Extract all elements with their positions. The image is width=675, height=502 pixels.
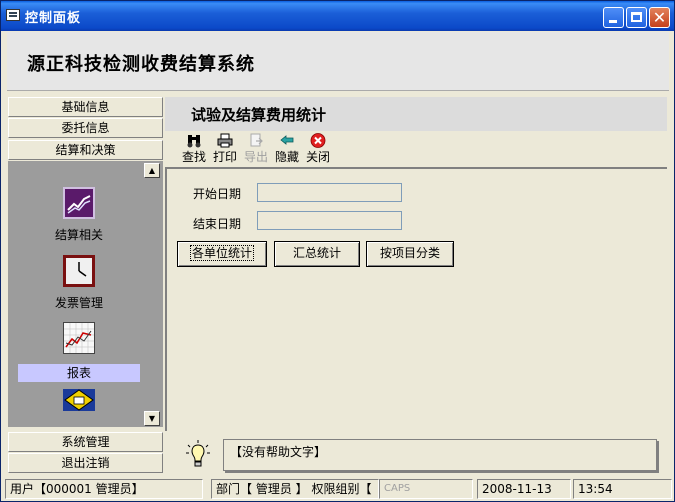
by-project-category-button[interactable]: 按项目分类 [366, 241, 454, 267]
form-area: 开始日期 结束日期 各单位统计 汇总统计 按项目分类 [165, 169, 667, 431]
panel-item-label: 发票管理 [54, 296, 103, 310]
status-caps: CAPS [379, 479, 473, 499]
hide-label: 隐藏 [274, 150, 299, 164]
lightbulb-icon [186, 440, 210, 467]
export-label: 导出 [243, 150, 268, 164]
back-arrow-icon [280, 135, 294, 145]
printer-icon [217, 133, 233, 148]
window-title: 控制面板 [25, 11, 82, 26]
help-box: 【没有帮助文字】 [223, 439, 657, 471]
action-buttons: 各单位统计 汇总统计 按项目分类 [177, 241, 477, 267]
stats-by-unit-button[interactable]: 各单位统计 [177, 241, 267, 267]
close-window-button[interactable]: ✕ [649, 7, 670, 28]
help-area: 【没有帮助文字】 [165, 431, 667, 473]
panel-item-label: 报表 [18, 364, 140, 382]
binoculars-icon [187, 135, 201, 148]
nav-basic-info[interactable]: 基础信息 [8, 97, 163, 117]
app-icon[interactable] [6, 9, 20, 21]
close-red-icon [310, 133, 326, 148]
toolbar: 查找 打印 导出 隐藏 关闭 [165, 133, 667, 169]
line-graph-icon [63, 322, 95, 354]
print-button[interactable]: 打印 [212, 133, 238, 165]
close-button[interactable]: 关闭 [305, 133, 331, 165]
nav-settlement-decision[interactable]: 结算和决策 [8, 140, 163, 160]
scroll-up-button[interactable]: ▲ [144, 163, 160, 178]
status-bar: 用户【000001 管理员】 部门【 管理员 】 权限组别【 CAPS 2008… [5, 479, 672, 499]
help-text: 【没有帮助文字】 [230, 445, 327, 459]
stats-by-unit-label: 各单位统计 [189, 245, 254, 261]
close-label: 关闭 [305, 150, 330, 164]
page-title: 试验及结算费用统计 [191, 106, 327, 124]
panel-item-label: 结算相关 [54, 228, 103, 242]
nav-commission-info[interactable]: 委托信息 [8, 118, 163, 138]
clock-icon [63, 255, 95, 287]
sidebar: 基础信息 委托信息 结算和决策 ▲ ▼ 结算相关 发票管理 报表 系统管理 退出… [8, 97, 163, 473]
title-bar[interactable]: 控制面板 ✕ [1, 1, 674, 31]
find-button[interactable]: 查找 [181, 133, 207, 165]
print-label: 打印 [212, 150, 237, 164]
export-icon [250, 133, 263, 147]
scroll-down-button[interactable]: ▼ [144, 411, 160, 426]
hide-button[interactable]: 隐藏 [274, 133, 300, 165]
close-icon: ✕ [652, 8, 667, 27]
system-header: 源正科技检测收费结算系统 [7, 32, 669, 91]
minimize-button[interactable] [603, 7, 624, 28]
find-label: 查找 [181, 150, 206, 164]
content-area: 试验及结算费用统计 查找 打印 导出 隐藏 关闭 开始日期 结束日期 各单位统计… [165, 97, 667, 431]
end-date-label: 结束日期 [193, 217, 242, 231]
summary-stats-label: 汇总统计 [292, 246, 341, 260]
nav-logout[interactable]: 退出注销 [8, 453, 163, 473]
status-time: 13:54 [573, 479, 672, 499]
main-window: 控制面板 ✕ 源正科技检测收费结算系统 基础信息 委托信息 结算和决策 ▲ ▼ … [0, 0, 675, 502]
end-date-input[interactable] [257, 211, 402, 230]
status-user: 用户【000001 管理员】 [5, 479, 203, 499]
start-date-input[interactable] [257, 183, 402, 202]
maximize-button[interactable] [626, 7, 647, 28]
printer-sign-icon [63, 389, 95, 411]
status-date: 2008-11-13 [477, 479, 571, 499]
start-date-label: 开始日期 [193, 187, 242, 201]
summary-stats-button[interactable]: 汇总统计 [274, 241, 360, 267]
content-header: 试验及结算费用统计 [165, 97, 667, 131]
nav-system-management[interactable]: 系统管理 [8, 432, 163, 452]
stock-chart-icon [63, 187, 95, 219]
sidebar-panel: ▲ ▼ 结算相关 发票管理 报表 [8, 161, 163, 427]
by-project-category-label: 按项目分类 [379, 246, 440, 260]
status-department: 部门【 管理员 】 权限组别【 [211, 479, 379, 499]
minimize-icon [609, 20, 617, 23]
maximize-icon [631, 12, 642, 22]
export-button[interactable]: 导出 [243, 133, 269, 165]
system-title: 源正科技检测收费结算系统 [27, 54, 255, 75]
